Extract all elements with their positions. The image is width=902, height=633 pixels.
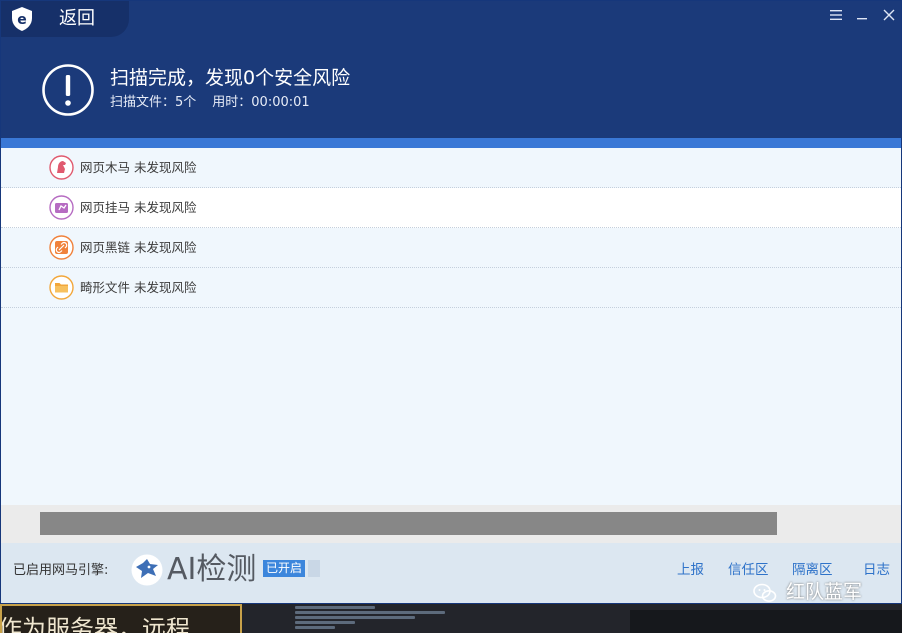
ai-engine-logo-icon: [131, 554, 163, 586]
quarantine-link[interactable]: 隔离区: [792, 561, 833, 579]
close-button[interactable]: [879, 5, 899, 25]
black-link-icon: [49, 235, 74, 260]
alert-exclamation-icon: [42, 64, 94, 116]
trust-zone-link[interactable]: 信任区: [728, 561, 769, 579]
report-link[interactable]: 上报: [677, 561, 704, 579]
titlebar: e 返回: [1, 1, 901, 39]
back-label: 返回: [59, 8, 95, 29]
webshell-horse-icon: [49, 155, 74, 180]
result-row-web-trojan[interactable]: 网页挂马 未发现风险: [1, 188, 901, 228]
result-label: 网页挂马 未发现风险: [80, 200, 197, 215]
result-row-webshell[interactable]: 网页木马 未发现风险: [1, 148, 901, 188]
svg-text:e: e: [17, 12, 27, 28]
background-video-frame: 作为服务器，远程: [0, 604, 242, 633]
watermark-text: 红队蓝军: [786, 581, 863, 603]
background-desktop: 作为服务器，远程: [0, 604, 902, 633]
progress-bar: [1, 138, 901, 148]
toggle-track: [308, 560, 320, 577]
header: e 返回 扫描完成，发现0个安全风险 扫描文件：5个 用时：00:00:01: [1, 1, 901, 138]
web-trojan-icon: [49, 195, 74, 220]
result-label: 网页黑链 未发现风险: [80, 240, 197, 255]
background-panel: [630, 610, 902, 633]
enabled-badge[interactable]: 已开启: [263, 560, 306, 577]
scanned-files-count: 扫描文件：5个: [110, 95, 197, 110]
scan-meta: 扫描文件：5个 用时：00:00:01: [110, 94, 310, 112]
scan-result-window: e 返回 扫描完成，发现0个安全风险 扫描文件：5个 用时：00:00:01 网…: [0, 0, 902, 604]
close-icon: [883, 9, 895, 21]
result-row-black-link[interactable]: 网页黑链 未发现风险: [1, 228, 901, 268]
result-list: 网页木马 未发现风险 网页挂马 未发现风险 网页黑链 未发现风险 畸形文件 未发…: [1, 148, 901, 308]
result-row-malformed-file[interactable]: 畸形文件 未发现风险: [1, 268, 901, 308]
minimize-icon: [857, 18, 867, 20]
shield-logo-icon: e: [12, 7, 32, 31]
result-label: 网页木马 未发现风险: [80, 160, 197, 175]
menu-icon: [830, 10, 842, 20]
elapsed-time: 用时：00:00:01: [212, 95, 310, 110]
menu-button[interactable]: [826, 5, 846, 25]
result-label: 畸形文件 未发现风险: [80, 280, 197, 295]
background-code-editor: [295, 604, 505, 633]
back-button[interactable]: e 返回: [1, 1, 129, 37]
ai-detection-title: AI检测: [167, 552, 257, 587]
log-link[interactable]: 日志: [863, 561, 890, 579]
minimize-button[interactable]: [852, 5, 872, 25]
wechat-icon: [753, 583, 777, 602]
status-bar: [40, 512, 777, 535]
scan-result-title: 扫描完成，发现0个安全风险: [110, 67, 351, 89]
engine-label: 已启用网马引擎:: [13, 563, 109, 578]
background-caption: 作为服务器，远程: [0, 615, 190, 633]
folder-icon: [49, 275, 74, 300]
